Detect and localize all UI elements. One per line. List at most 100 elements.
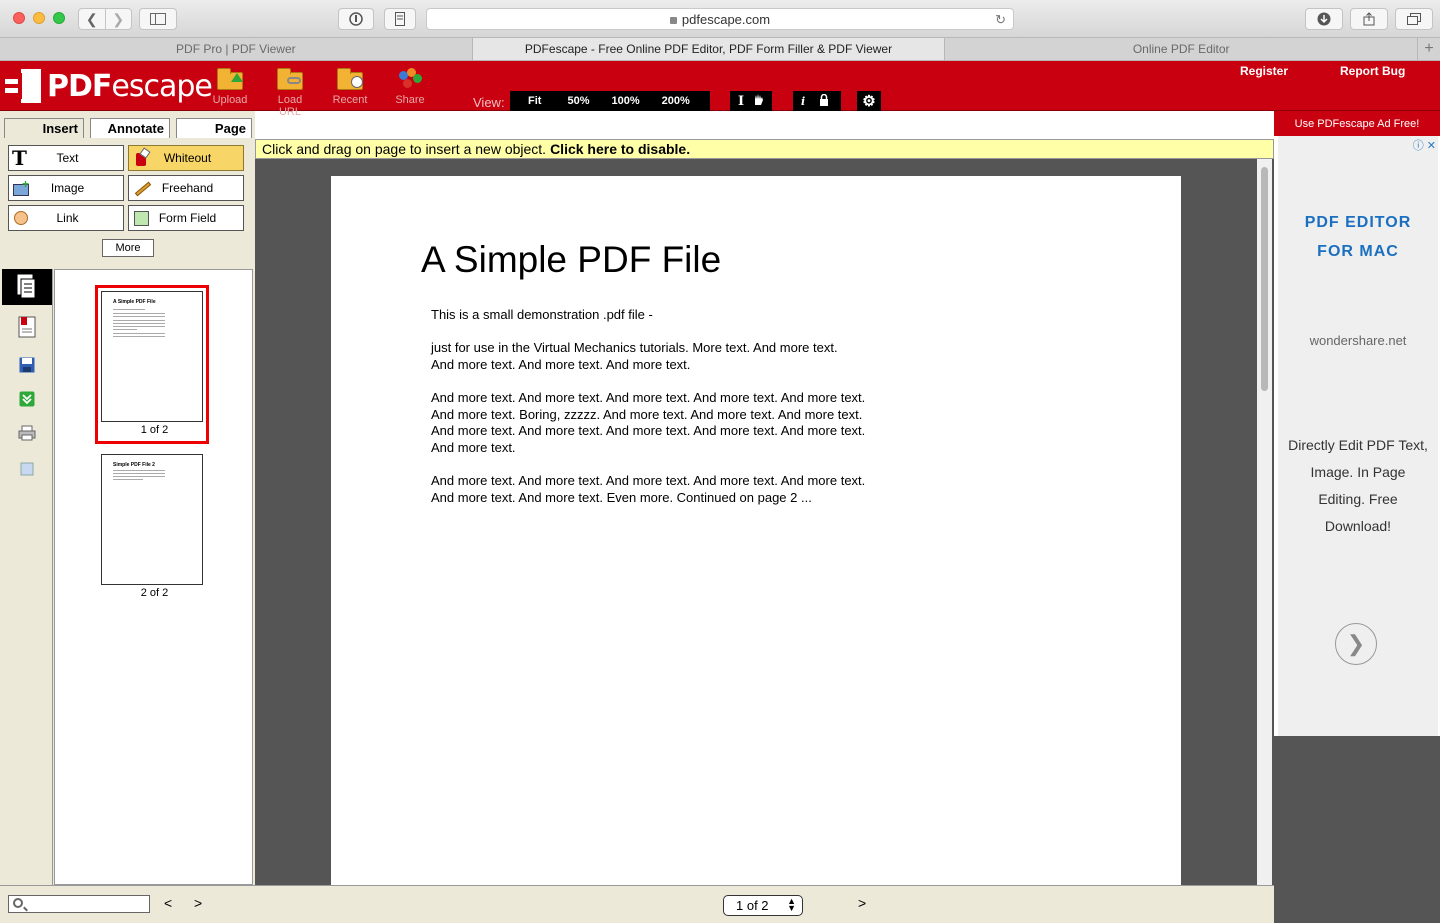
upload-folder-icon — [215, 67, 245, 91]
whiteout-tool-button[interactable]: Whiteout — [128, 145, 244, 171]
printer-icon — [18, 425, 36, 441]
document-viewport[interactable]: A Simple PDF File This is a small demons… — [255, 159, 1274, 885]
document-paragraph: This is a small demonstration .pdf file … — [431, 307, 653, 322]
freehand-tool-button[interactable]: Freehand — [128, 175, 244, 201]
link-tool-label: Link — [56, 211, 79, 225]
advertisement[interactable]: ⓘ ✕ PDF EDITOR FOR MAC wondershare.net D… — [1278, 136, 1438, 736]
document-paragraph: And more text. And more text. And more t… — [431, 390, 866, 455]
settings-button[interactable]: ⚙ — [857, 91, 881, 111]
recent-button[interactable]: Recent — [326, 67, 374, 106]
search-prev-button[interactable]: < — [164, 895, 172, 911]
logo-escape: escape — [111, 68, 212, 104]
search-icon — [13, 898, 23, 908]
back-arrow-icon[interactable]: ❮ — [79, 9, 105, 29]
pdf-view-button[interactable] — [2, 309, 52, 345]
new-tab-button[interactable]: + — [1418, 38, 1440, 60]
tab-page[interactable]: Page — [176, 118, 252, 138]
blank-page-icon — [20, 462, 34, 476]
download-pdf-button[interactable] — [2, 381, 52, 417]
form-field-tool-button[interactable]: Form Field — [128, 205, 244, 231]
share-button[interactable] — [1350, 8, 1388, 30]
page-select-value: 1 of 2 — [736, 898, 769, 913]
page-thumbnails: A Simple PDF File 1 of 2 Simple PDF File… — [54, 269, 253, 885]
text-tool-button[interactable]: T Text — [8, 145, 124, 171]
document-scrollbar[interactable] — [1257, 159, 1272, 885]
zoom-50-button[interactable]: 50% — [553, 95, 601, 107]
zoom-window-button[interactable] — [53, 12, 65, 24]
ad-headline-2: FOR MAC — [1317, 243, 1399, 260]
doc-info-group: i — [793, 91, 841, 111]
page-thumbnail-2[interactable]: Simple PDF File 2 — [101, 454, 203, 585]
tab-insert[interactable]: Insert — [4, 118, 84, 138]
info-icon[interactable]: i — [801, 95, 819, 108]
print-button[interactable] — [2, 415, 52, 451]
history-nav: ❮ ❯ — [78, 8, 132, 30]
pdf-page[interactable]: A Simple PDF File This is a small demons… — [331, 176, 1181, 885]
pdf-document-icon — [18, 316, 36, 338]
lock-doc-icon[interactable] — [819, 93, 829, 109]
notice-text: Click and drag on page to insert a new o… — [262, 141, 547, 157]
upload-button[interactable]: Upload — [206, 67, 254, 106]
password-button[interactable] — [338, 8, 374, 30]
image-tool-button[interactable]: + Image — [8, 175, 124, 201]
ad-free-link[interactable]: Use PDFescape Ad Free! — [1274, 111, 1440, 136]
hand-tool-icon[interactable] — [752, 93, 764, 109]
page-thumbnail-1[interactable]: A Simple PDF File — [101, 291, 203, 422]
tab-annotate[interactable]: Annotate — [90, 118, 170, 138]
register-link[interactable]: Register — [1240, 64, 1288, 78]
ad-next-icon[interactable]: ❯ — [1335, 623, 1377, 665]
next-page-button[interactable]: > — [858, 895, 866, 911]
more-tools-button[interactable]: More — [102, 239, 154, 257]
report-bug-link[interactable]: Report Bug — [1340, 64, 1405, 78]
browser-tabbar: PDF Pro | PDF Viewer PDFescape - Free On… — [0, 38, 1440, 61]
link-tool-icon — [12, 209, 30, 227]
search-next-button[interactable]: > — [194, 895, 202, 911]
freehand-tool-label: Freehand — [161, 181, 214, 195]
forward-arrow-icon[interactable]: ❯ — [104, 9, 132, 29]
reload-icon[interactable]: ↻ — [995, 12, 1006, 28]
pdfescape-logo[interactable]: PDFescape — [5, 67, 213, 105]
insert-notice-bar: Click and drag on page to insert a new o… — [255, 139, 1274, 159]
disable-notice-link[interactable]: Click here to disable. — [550, 141, 690, 157]
zoom-200-button[interactable]: 200% — [652, 95, 690, 107]
reader-button[interactable] — [384, 8, 416, 30]
ad-domain: wondershare.net — [1309, 333, 1407, 348]
page-select[interactable]: 1 of 2 ▲ ▼ — [723, 895, 803, 916]
load-url-button[interactable]: Load URL — [266, 67, 314, 118]
downloads-button[interactable] — [1305, 8, 1343, 30]
pencil-icon — [132, 179, 152, 197]
address-bar[interactable]: pdfescape.com ↻ — [426, 8, 1014, 30]
link-tool-button[interactable]: Link — [8, 205, 124, 231]
zoom-fit-button[interactable]: Fit — [510, 95, 553, 107]
pages-view-button[interactable] — [2, 269, 52, 305]
side-toolbar — [2, 269, 53, 885]
adchoices-icon[interactable]: ⓘ ✕ — [1413, 137, 1436, 153]
share-doc-button[interactable]: Share — [386, 67, 434, 106]
form-field-icon — [132, 209, 150, 227]
pages-icon — [17, 274, 36, 299]
minimize-window-button[interactable] — [33, 12, 45, 24]
image-tool-label: Image — [50, 181, 85, 195]
browser-tab-active[interactable]: PDFescape - Free Online PDF Editor, PDF … — [472, 38, 946, 60]
whiteout-tool-label: Whiteout — [163, 151, 212, 165]
scrollbar-thumb[interactable] — [1261, 167, 1268, 391]
zoom-100-button[interactable]: 100% — [601, 95, 651, 107]
tab-overview-button[interactable] — [1395, 8, 1433, 30]
sidebar-toggle-button[interactable] — [139, 8, 177, 30]
tool-tabs: Insert Annotate Page — [4, 118, 252, 138]
sidebar-icon — [150, 13, 166, 25]
reader-icon — [395, 12, 405, 26]
close-window-button[interactable] — [13, 12, 25, 24]
app-header: PDFescape Upload Load URL Recent Share V… — [0, 61, 1440, 118]
thumbnail-toggle-button[interactable] — [2, 451, 52, 487]
text-tool-icon: T — [12, 146, 27, 170]
save-button[interactable] — [2, 347, 52, 383]
browser-tab[interactable]: PDF Pro | PDF Viewer — [0, 38, 473, 60]
recent-folder-icon — [335, 67, 365, 91]
thumbnail-label-2: 2 of 2 — [140, 587, 169, 599]
search-input[interactable] — [8, 895, 150, 913]
select-arrows-icon: ▲ ▼ — [787, 896, 796, 913]
text-cursor-icon[interactable]: I — [738, 94, 752, 109]
browser-tab[interactable]: Online PDF Editor — [945, 38, 1419, 60]
load-url-folder-icon — [275, 67, 305, 91]
